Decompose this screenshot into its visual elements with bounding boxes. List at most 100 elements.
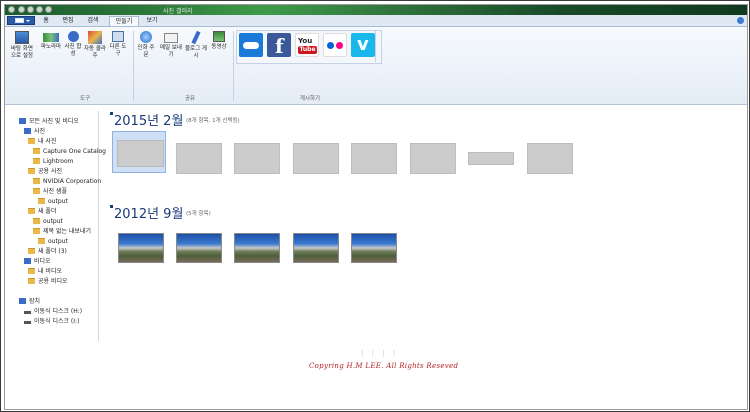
- gallery-icon: [19, 118, 26, 124]
- navigation-pane: 모든 사진 및 비디오 사진 내 사진 Capture One Catalog …: [5, 111, 106, 341]
- email-button[interactable]: 메일 보내기: [159, 31, 183, 59]
- tab-search[interactable]: 검색: [82, 16, 104, 26]
- tab-edit[interactable]: 편집: [58, 16, 78, 26]
- collapse-icon: [110, 112, 113, 115]
- photo-thumbnail[interactable]: [234, 233, 280, 263]
- help-icon[interactable]: [737, 17, 744, 24]
- videos-icon: [24, 258, 31, 264]
- photo-thumbnail[interactable]: [527, 143, 573, 174]
- file-menu-icon: [15, 18, 24, 23]
- vimeo-icon[interactable]: v: [351, 33, 375, 57]
- photo-fuse-icon: [67, 31, 79, 42]
- print-order-icon: [140, 31, 152, 43]
- ribbon-tab-row: 홈 편집 검색 만들기 보기: [5, 15, 747, 27]
- facebook-icon[interactable]: f: [267, 33, 291, 57]
- photo-thumbnail[interactable]: [176, 143, 222, 174]
- movie-button[interactable]: 동영상: [209, 31, 229, 51]
- quick-access-undo-icon[interactable]: [36, 6, 43, 13]
- folder-icon: [28, 208, 35, 214]
- tree-label: 모든 사진 및 비디오: [29, 118, 79, 125]
- tree-label: 사진 샘플: [43, 188, 67, 195]
- photo-thumbnail[interactable]: [351, 143, 397, 174]
- tree-label: output: [43, 218, 63, 225]
- tree-item-lightroom[interactable]: Lightroom: [33, 157, 74, 166]
- tree-label: 제목 없는 내보내기: [43, 228, 91, 235]
- flickr-icon[interactable]: [323, 33, 347, 57]
- section-title[interactable]: 2015년 2월: [110, 110, 183, 129]
- tree-item-videos[interactable]: 비디오: [24, 257, 51, 266]
- photo-thumbnail[interactable]: [351, 233, 397, 263]
- publish-gallery-scroll[interactable]: [375, 30, 381, 62]
- photo-fuse-button[interactable]: 사진 합성: [64, 31, 82, 58]
- tree-item-new-folder-3[interactable]: 새 폴더 (3): [28, 247, 67, 256]
- section-subtitle: (8개 항목, 1개 선택됨): [186, 118, 240, 124]
- auto-collage-button[interactable]: 자동 콜라주: [84, 31, 106, 60]
- tree-item-removable-i[interactable]: 이동식 디스크 (I:): [24, 317, 79, 326]
- tree-label: 사진: [34, 128, 46, 135]
- tree-label: 이동식 디스크 (I:): [34, 318, 80, 325]
- photo-thumbnail-selected[interactable]: [112, 131, 166, 173]
- tree-item-untitled-export[interactable]: 제목 없는 내보내기: [33, 227, 91, 236]
- tree-item-public-videos[interactable]: 공용 비디오: [28, 277, 68, 286]
- photo-fuse-label: 사진 합성: [64, 44, 82, 57]
- tree-item-output[interactable]: output: [38, 197, 68, 206]
- tree-item-removable-h[interactable]: 이동식 디스크 (H:): [24, 307, 82, 316]
- youtube-icon[interactable]: You Tube: [295, 33, 319, 57]
- folder-icon: [33, 178, 40, 184]
- photo-thumbnail[interactable]: [468, 152, 514, 165]
- tab-home[interactable]: 홈: [38, 16, 54, 26]
- chevron-down-icon: [26, 20, 30, 22]
- folder-icon: [33, 228, 40, 234]
- onedrive-icon[interactable]: [239, 33, 263, 57]
- watermark-bars: | | | |: [361, 349, 399, 357]
- photo-thumbnail[interactable]: [293, 233, 339, 263]
- email-label: 메일 보내기: [160, 45, 182, 58]
- tree-item-output[interactable]: output: [38, 237, 68, 246]
- tab-view[interactable]: 보기: [142, 16, 162, 26]
- photo-thumbnail[interactable]: [118, 233, 164, 263]
- app-window: 사진 갤러리 홈 편집 검색 만들기 보기 바탕 화면으로 설정 파노라마 사진…: [4, 4, 748, 410]
- ribbon: 바탕 화면으로 설정 파노라마 사진 합성 자동 콜라주 다른 도구 도구 인화…: [5, 27, 747, 105]
- other-tools-button[interactable]: 다른 도구: [108, 31, 128, 58]
- panorama-icon: [43, 33, 59, 42]
- tab-create[interactable]: 만들기: [109, 16, 139, 26]
- print-order-button[interactable]: 인화 주문: [136, 31, 156, 59]
- section-title[interactable]: 2012년 9월: [110, 203, 184, 222]
- set-desktop-button[interactable]: 바탕 화면으로 설정: [9, 31, 35, 60]
- tree-label: Lightroom: [43, 158, 74, 165]
- panorama-button[interactable]: 파노라마: [39, 31, 63, 51]
- tree-item-devices[interactable]: 장치: [19, 297, 40, 306]
- tree-item-my-videos[interactable]: 내 비디오: [28, 267, 62, 276]
- photos-icon: [24, 128, 31, 134]
- tree-item-new-folder[interactable]: 새 폴더: [28, 207, 56, 216]
- email-icon: [164, 33, 178, 43]
- tree-item-all-photos[interactable]: 모든 사진 및 비디오: [19, 117, 79, 126]
- photo-thumbnail[interactable]: [234, 143, 280, 174]
- tree-item-sample-photos[interactable]: 사진 샘플: [33, 187, 67, 196]
- folder-icon: [28, 248, 35, 254]
- folder-icon: [38, 238, 45, 244]
- app-icon[interactable]: [8, 6, 15, 13]
- auto-collage-icon: [88, 31, 102, 44]
- photo-thumbnail[interactable]: [410, 143, 456, 174]
- quick-access-redo-icon[interactable]: [45, 6, 52, 13]
- quick-access-info-icon[interactable]: [18, 6, 25, 13]
- file-menu-button[interactable]: [7, 16, 35, 25]
- blog-post-button[interactable]: 블로그 게시: [185, 30, 207, 60]
- tree-item-photos[interactable]: 사진: [24, 127, 45, 136]
- folder-icon: [38, 198, 45, 204]
- copyright-watermark: Copyring H.M LEE. All Rights Reseved: [309, 362, 459, 370]
- quick-access-rotate-icon[interactable]: [27, 6, 34, 13]
- tree-item-nvidia[interactable]: NVIDIA Corporation: [33, 177, 101, 186]
- cloud-shape: [243, 42, 259, 49]
- tree-item-output[interactable]: output: [33, 217, 63, 226]
- tree-label: output: [48, 238, 68, 245]
- tree-item-public-photos[interactable]: 공용 사진: [28, 167, 62, 176]
- tree-item-my-photos[interactable]: 내 사진: [28, 137, 56, 146]
- photo-thumbnail[interactable]: [176, 233, 222, 263]
- panorama-label: 파노라마: [40, 44, 62, 50]
- desktop-icon: [15, 31, 29, 44]
- photo-thumbnail[interactable]: [293, 143, 339, 174]
- tree-item-capture-one[interactable]: Capture One Catalog: [33, 147, 106, 156]
- section-title-text: 2012년 9월: [114, 207, 184, 222]
